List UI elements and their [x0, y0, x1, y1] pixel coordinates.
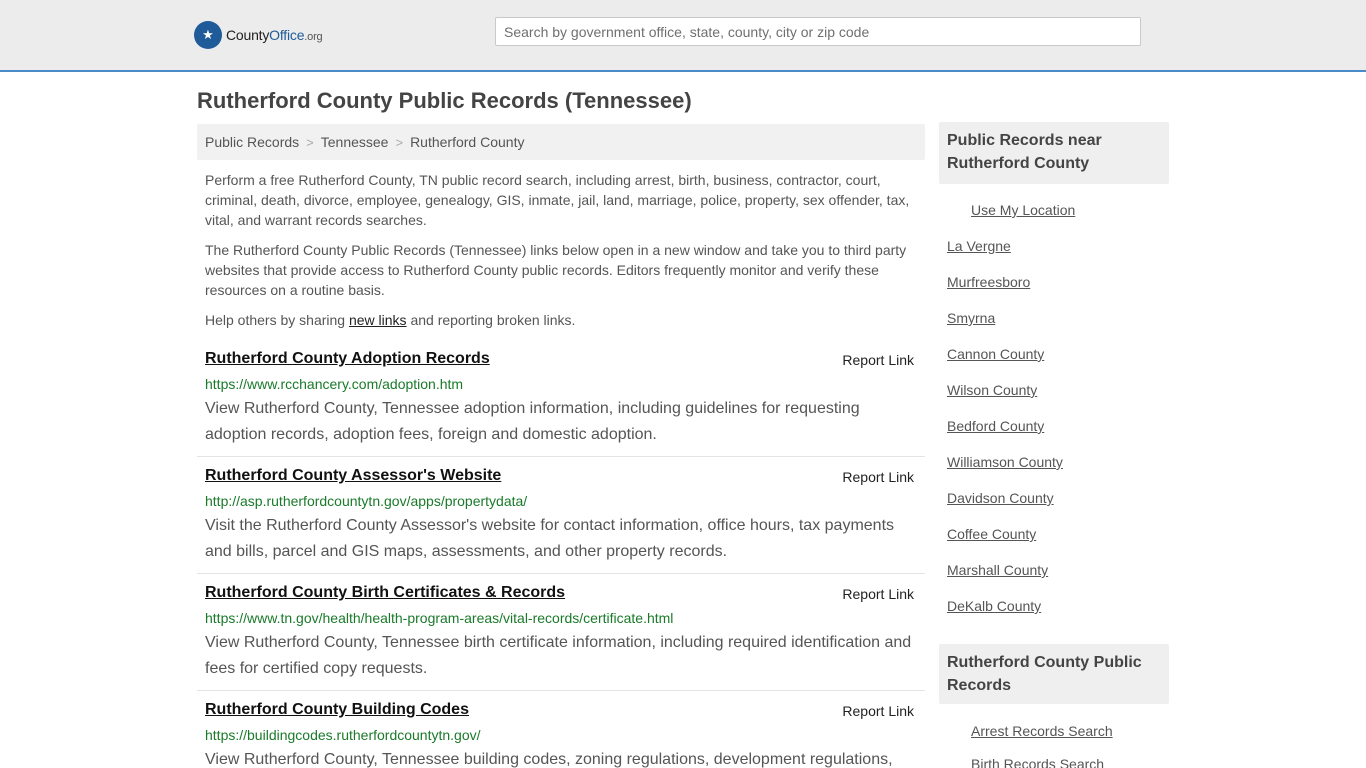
sidebar-link-dekalb-county[interactable]: DeKalb County: [947, 598, 1041, 614]
sidebar-link-arrest-records[interactable]: Arrest Records Search: [971, 723, 1113, 739]
disclaimer-paragraph: The Rutherford County Public Records (Te…: [205, 242, 907, 298]
record-description: View Rutherford County, Tennessee buildi…: [205, 751, 893, 768]
report-link-button[interactable]: Report Link: [842, 352, 914, 368]
logo-text: CountyOffice.org: [226, 27, 323, 43]
sidebar-link-coffee-county[interactable]: Coffee County: [947, 526, 1036, 542]
record-item: Rutherford County Birth Certificates & R…: [197, 584, 925, 691]
record-title-link[interactable]: Rutherford County Building Codes: [205, 701, 469, 719]
record-description: Visit the Rutherford County Assessor's w…: [205, 517, 895, 560]
sidebar-link-la-vergne[interactable]: La Vergne: [947, 238, 1011, 254]
record-title-link[interactable]: Rutherford County Adoption Records: [205, 350, 490, 368]
eagle-seal-icon: ★: [194, 21, 222, 49]
record-item: Rutherford County Building Codes Report …: [197, 701, 925, 768]
breadcrumb-rutherford-county[interactable]: Rutherford County: [410, 134, 524, 150]
page-title: Rutherford County Public Records (Tennes…: [197, 88, 692, 113]
report-link-button[interactable]: Report Link: [842, 469, 914, 485]
sidebar-link-bedford-county[interactable]: Bedford County: [947, 418, 1044, 434]
site-header: ★ CountyOffice.org: [0, 0, 1366, 72]
record-title-link[interactable]: Rutherford County Birth Certificates & R…: [205, 584, 565, 602]
record-description: View Rutherford County, Tennessee birth …: [205, 634, 912, 677]
report-link-button[interactable]: Report Link: [842, 703, 914, 719]
record-url: https://www.rcchancery.com/adoption.htm: [205, 376, 464, 392]
breadcrumb: Public Records > Tennessee > Rutherford …: [197, 124, 925, 160]
sidebar-heading-nearby: Public Records near Rutherford County: [939, 122, 1169, 184]
report-link-button[interactable]: Report Link: [842, 586, 914, 602]
sidebar-link-murfreesboro[interactable]: Murfreesboro: [947, 274, 1030, 290]
sidebar-link-wilson-county[interactable]: Wilson County: [947, 382, 1037, 398]
sidebar-heading-county-records: Rutherford County Public Records: [939, 644, 1169, 704]
breadcrumb-separator: >: [306, 134, 314, 150]
sidebar-link-marshall-county[interactable]: Marshall County: [947, 562, 1048, 578]
site-logo[interactable]: ★ CountyOffice.org: [194, 21, 323, 49]
share-paragraph: Help others by sharing new links and rep…: [205, 312, 576, 328]
record-title-link[interactable]: Rutherford County Assessor's Website: [205, 467, 501, 485]
sidebar-link-smyrna[interactable]: Smyrna: [947, 310, 995, 326]
breadcrumb-separator: >: [395, 134, 404, 150]
sidebar-link-williamson-county[interactable]: Williamson County: [947, 454, 1063, 470]
record-url: https://buildingcodes.rutherfordcountytn…: [205, 727, 481, 743]
sidebar-link-birth-records[interactable]: Birth Records Search: [971, 756, 1104, 768]
breadcrumb-tennessee[interactable]: Tennessee: [321, 134, 389, 150]
record-url: http://asp.rutherfordcountytn.gov/apps/p…: [205, 493, 528, 509]
sidebar-link-cannon-county[interactable]: Cannon County: [947, 346, 1044, 362]
breadcrumb-public-records[interactable]: Public Records: [205, 134, 299, 150]
record-url: https://www.tn.gov/health/health-program…: [205, 610, 674, 626]
intro-paragraph: Perform a free Rutherford County, TN pub…: [205, 172, 910, 228]
record-description: View Rutherford County, Tennessee adopti…: [205, 400, 860, 443]
record-item: Rutherford County Adoption Records Repor…: [197, 350, 925, 457]
new-links-link[interactable]: new links: [349, 312, 407, 328]
sidebar-link-davidson-county[interactable]: Davidson County: [947, 490, 1054, 506]
use-my-location-link[interactable]: Use My Location: [971, 202, 1075, 218]
record-item: Rutherford County Assessor's Website Rep…: [197, 467, 925, 574]
search-input[interactable]: [495, 17, 1141, 46]
